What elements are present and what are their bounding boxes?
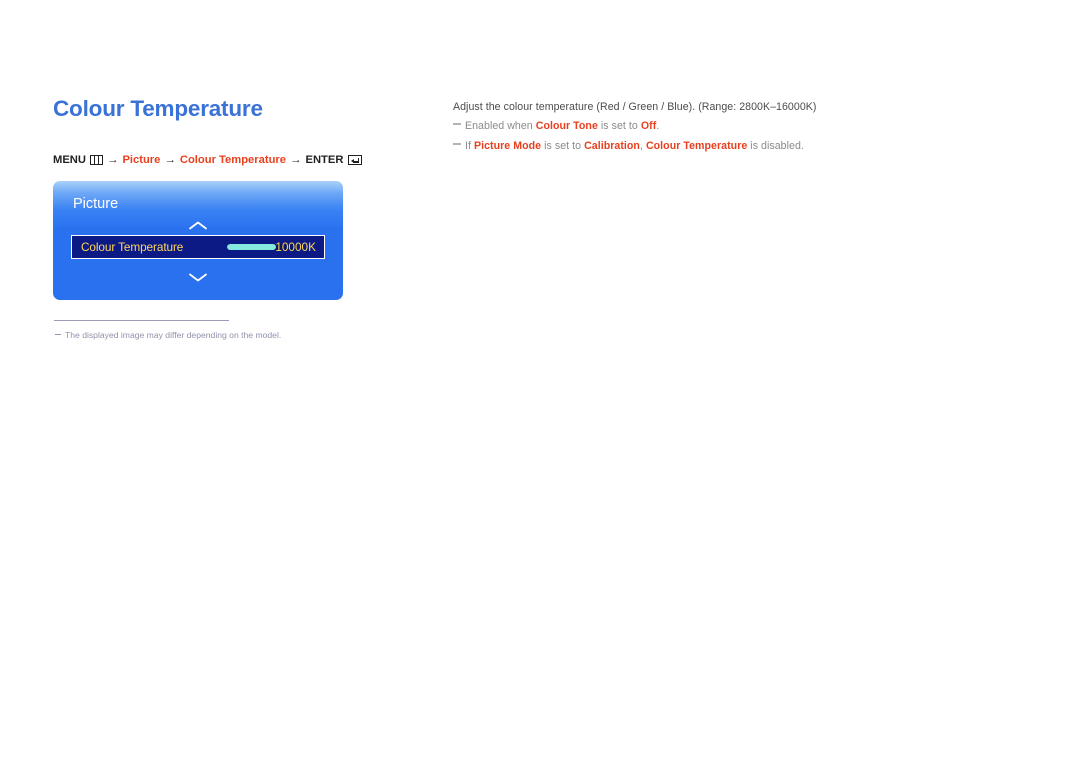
note-dash-icon — [453, 123, 461, 125]
osd-preview-panel: Picture Colour Temperature 10000K — [53, 181, 343, 300]
enter-return-icon — [348, 155, 363, 165]
breadcrumb-enter-label: ENTER — [305, 154, 344, 166]
manual-page: Colour Temperature MENU → Picture → Colo… — [0, 0, 1080, 763]
footnote: The displayed image may differ depending… — [55, 329, 281, 341]
breadcrumb: MENU → Picture → Colour Temperature → EN… — [53, 153, 363, 167]
left-column: Colour Temperature MENU → Picture → Colo… — [53, 96, 413, 340]
note-line: Enabled when Colour Tone is set to Off. — [453, 116, 873, 136]
right-column: Adjust the colour temperature (Red / Gre… — [453, 100, 873, 156]
chevron-up-icon[interactable] — [188, 220, 208, 231]
note-dash-icon — [453, 143, 461, 145]
chevron-down-icon[interactable] — [188, 272, 208, 283]
footnote-text: The displayed image may differ depending… — [65, 330, 282, 340]
breadcrumb-menu-label: MENU — [53, 154, 86, 166]
breadcrumb-step-colour-temperature: Colour Temperature — [179, 154, 286, 166]
menu-grid-icon — [89, 155, 103, 165]
breadcrumb-arrow-2: → — [164, 154, 176, 166]
footnote-dash-icon — [55, 334, 61, 335]
breadcrumb-step-picture: Picture — [122, 154, 161, 166]
osd-slider-fill — [227, 244, 276, 250]
description-line: Adjust the colour temperature (Red / Gre… — [453, 101, 817, 113]
breadcrumb-arrow-3: → — [289, 154, 302, 166]
page-title: Colour Temperature — [53, 96, 263, 121]
footnote-divider — [54, 320, 229, 321]
note-text: If Picture Mode is set to Calibration, C… — [465, 139, 804, 152]
note-text: Enabled when Colour Tone is set to Off. — [465, 119, 660, 132]
breadcrumb-arrow-1: → — [106, 154, 119, 166]
osd-row-colour-temperature[interactable]: Colour Temperature 10000K — [71, 235, 325, 259]
osd-row-label: Colour Temperature — [81, 240, 184, 254]
note-line: If Picture Mode is set to Calibration, C… — [453, 136, 873, 156]
osd-menu-title: Picture — [73, 196, 119, 212]
osd-row-value: 10000K — [275, 240, 316, 254]
